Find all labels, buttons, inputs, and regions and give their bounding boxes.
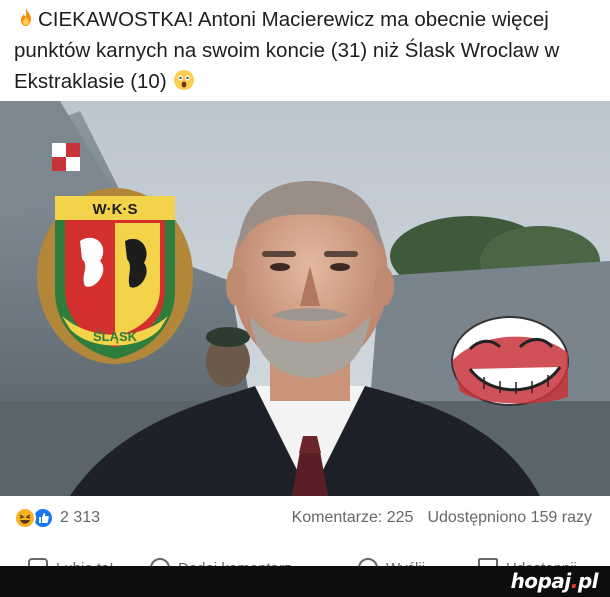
badge-ribbon: ŚLĄSK xyxy=(93,329,138,344)
post-text: CIEKAWOSTKA! Antoni Macierewicz ma obecn… xyxy=(14,4,600,97)
astonished-face-icon xyxy=(172,68,196,92)
post-photo[interactable]: W·K·S ŚLĄSK xyxy=(0,101,610,496)
haha-icon xyxy=(14,507,36,529)
footer-bar: hopaj.pl xyxy=(0,566,610,597)
shares-count[interactable]: Udostępniono 159 razy xyxy=(427,509,592,526)
reaction-count: 2 313 xyxy=(60,509,101,526)
comments-count[interactable]: Komentarze: 225 xyxy=(292,509,414,526)
hopaj-logo[interactable]: hopaj.pl xyxy=(511,569,599,593)
stats-right: Komentarze: 225 Udostępniono 159 razy xyxy=(278,509,592,527)
slask-badge-icon: W·K·S ŚLĄSK xyxy=(37,188,193,364)
badge-text: W·K·S xyxy=(93,201,138,218)
post-body: CIEKAWOSTKA! Antoni Macierewicz ma obecn… xyxy=(14,8,560,93)
action-row: Lubię to! Dodaj komentarz Wyślij Udostęp… xyxy=(0,548,610,568)
post-stats: 2 313 Komentarze: 225 Udostępniono 159 ra… xyxy=(0,496,610,542)
trollface-icon xyxy=(451,316,569,406)
fire-icon xyxy=(14,6,38,30)
